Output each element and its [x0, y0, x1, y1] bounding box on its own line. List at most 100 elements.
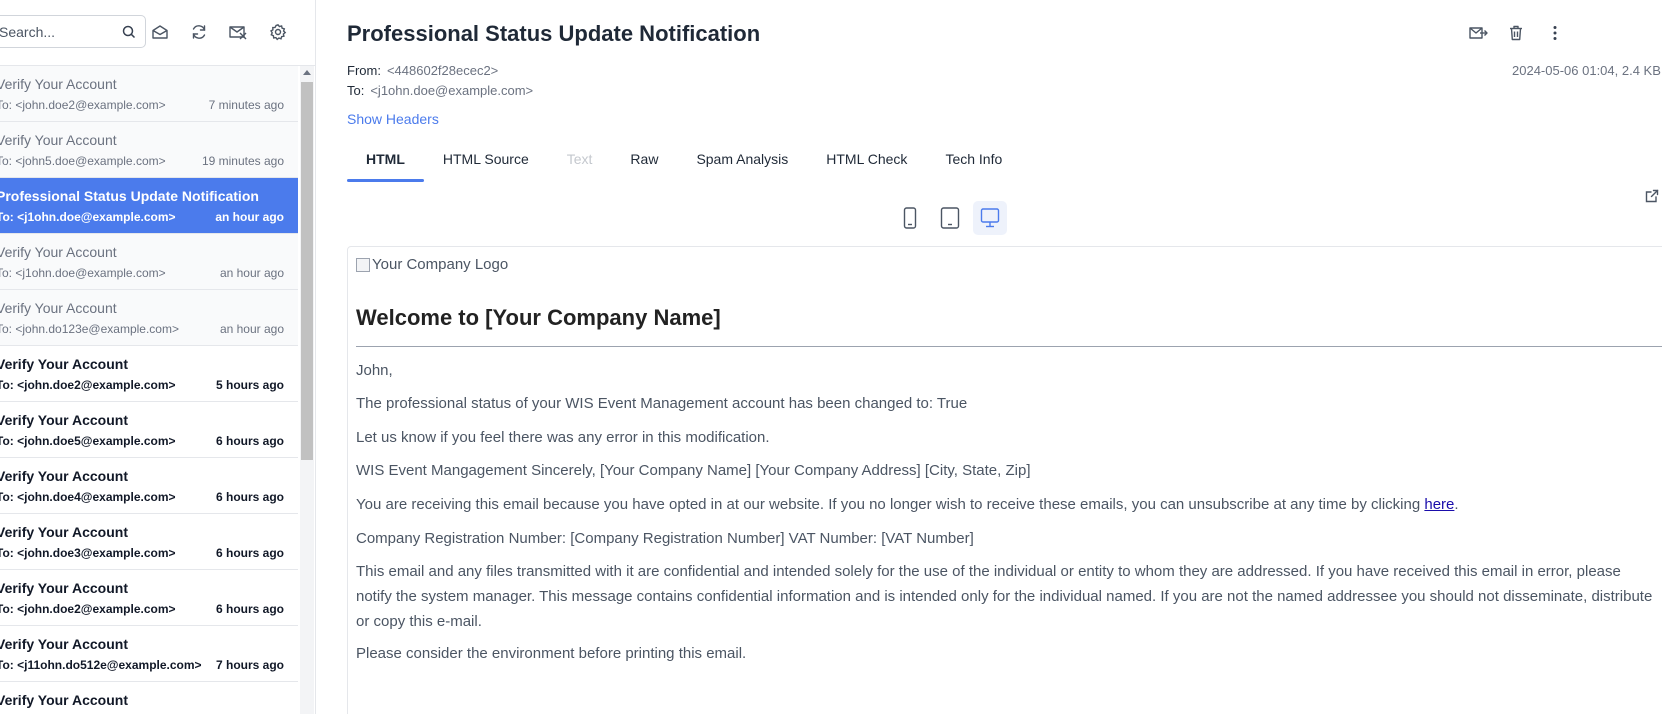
scrollbar-thumb[interactable]	[301, 82, 313, 460]
message-view: Professional Status Update Notification …	[317, 0, 1662, 714]
phone-view-button[interactable]	[893, 201, 927, 235]
email-subject: Professional Status Update Notification	[0, 188, 259, 204]
tablet-view-button[interactable]	[933, 201, 967, 235]
email-list-item[interactable]: Verify Your Account To: <john.doe3@exampl…	[0, 514, 298, 570]
unsubscribe-link[interactable]: here	[1424, 496, 1454, 513]
to-label: To:	[347, 83, 365, 98]
unsubscribe-text: You are receiving this email because you…	[356, 496, 1425, 513]
message-subject: Professional Status Update Notification	[347, 21, 761, 46]
email-subject: Verify Your Account	[0, 244, 117, 260]
email-subject: Verify Your Account	[0, 468, 128, 484]
search-input[interactable]	[0, 22, 117, 42]
email-list-item[interactable]: Verify Your Account To: <john.doe5@exampl…	[0, 402, 298, 458]
to-row: To: <j1ohn.doe@example.com>	[347, 83, 533, 98]
email-list-scrollbar[interactable]	[300, 66, 314, 714]
email-recipient: To: <j1ohn.doe@example.com>	[0, 210, 176, 224]
tab-html[interactable]: HTML	[347, 140, 424, 182]
email-subject: Verify Your Account	[0, 132, 117, 148]
email-subject: Verify Your Account	[0, 636, 128, 652]
delete-all-icon[interactable]	[228, 22, 248, 42]
search-box[interactable]	[0, 15, 146, 48]
email-html-preview: Your Company Logo Welcome to [Your Compa…	[347, 246, 1662, 714]
email-time: an hour ago	[215, 210, 284, 224]
email-time: 6 hours ago	[215, 602, 284, 616]
email-recipient: To: <j11ohn.do512e@example.com>	[0, 658, 202, 672]
email-heading: Welcome to [Your Company Name]	[356, 305, 721, 330]
message-date-size: 2024-05-06 01:04, 2.4 KB	[1512, 63, 1661, 78]
email-list-item[interactable]: Verify Your Account To: <john5.doe@exampl…	[0, 122, 298, 178]
email-time: an hour ago	[219, 266, 284, 280]
mark-all-read-icon[interactable]	[150, 22, 170, 42]
settings-icon[interactable]	[268, 22, 288, 42]
trash-icon[interactable]	[1505, 22, 1527, 44]
email-list: Verify Your Account To: <john.doe2@exampl…	[0, 66, 298, 714]
email-subject: Verify Your Account	[0, 580, 128, 596]
email-list-item[interactable]: Professional Status Update Notification T…	[0, 178, 298, 234]
logo-alt-text: Your Company Logo	[372, 256, 509, 273]
tablet-view-icon	[940, 207, 960, 229]
email-subject: Verify Your Account	[0, 300, 117, 316]
email-list-item[interactable]: Verify Your Account To: <john.do123e@exam…	[0, 290, 298, 346]
unsubscribe-suffix: .	[1454, 496, 1459, 513]
email-sidebar: Verify Your Account To: <john.doe2@exampl…	[0, 0, 316, 714]
tab-text: Text	[566, 151, 593, 167]
show-headers-link[interactable]: Show Headers	[347, 111, 439, 127]
search-icon[interactable]	[121, 24, 137, 40]
company-logo-image: Your Company Logo	[356, 256, 508, 273]
email-time: 6 hours ago	[215, 546, 284, 560]
email-subject: Verify Your Account	[0, 524, 128, 540]
more-vertical-icon[interactable]	[1544, 22, 1566, 44]
email-list-item[interactable]: Verify Your Account To: <john.doe2@exampl…	[0, 66, 298, 122]
from-row: From: <448602f28ecec2>	[347, 63, 498, 78]
refresh-icon[interactable]	[189, 22, 209, 42]
email-recipient: To: <john5.doe@example.com>	[0, 154, 166, 168]
greeting-paragraph: John,	[356, 362, 393, 379]
email-list-item[interactable]: Verify Your Account	[0, 682, 298, 714]
sidebar-toolbar	[0, 0, 315, 66]
email-time: 6 hours ago	[215, 490, 284, 504]
email-recipient: To: <john.doe2@example.com>	[0, 98, 166, 112]
email-time: 6 hours ago	[215, 434, 284, 448]
desktop-view-icon	[980, 208, 1000, 228]
email-recipient: To: <john.doe3@example.com>	[0, 546, 176, 560]
tab-html-source[interactable]: HTML Source	[424, 140, 548, 182]
email-list-item[interactable]: Verify Your Account To: <john.doe4@exampl…	[0, 458, 298, 514]
signature-paragraph: WIS Event Mangagement Sincerely, [Your C…	[356, 462, 1031, 479]
email-recipient: To: <john.doe2@example.com>	[0, 602, 176, 616]
email-time: 5 hours ago	[215, 378, 284, 392]
registration-paragraph: Company Registration Number: [Company Re…	[356, 530, 974, 547]
email-list-item[interactable]: Verify Your Account To: <john.doe2@exampl…	[0, 346, 298, 402]
tab-spam-analysis[interactable]: Spam Analysis	[677, 140, 807, 182]
email-subject: Verify Your Account	[0, 356, 128, 372]
email-subject: Verify Your Account	[0, 412, 128, 428]
error-paragraph: Let us know if you feel there was any er…	[356, 429, 770, 446]
email-subject: Verify Your Account	[0, 692, 128, 708]
tab-html-check[interactable]: HTML Check	[807, 140, 926, 182]
email-time: 7 minutes ago	[208, 98, 284, 112]
from-label: From:	[347, 63, 381, 78]
phone-view-icon	[903, 207, 917, 229]
email-list-item[interactable]: Verify Your Account To: <j11ohn.do512e@ex…	[0, 626, 298, 682]
from-address: <448602f28ecec2>	[386, 63, 499, 78]
open-new-window-icon[interactable]	[1644, 188, 1660, 204]
environment-paragraph: Please consider the environment before p…	[356, 645, 747, 662]
email-list-item[interactable]: Verify Your Account To: <j1ohn.doe@exampl…	[0, 234, 298, 290]
broken-image-icon	[356, 257, 370, 272]
tab-tech-info[interactable]: Tech Info	[926, 140, 1021, 182]
scroll-up-arrow-icon[interactable]	[303, 70, 311, 75]
heading-divider	[356, 346, 1662, 347]
email-recipient: To: <j1ohn.doe@example.com>	[0, 266, 166, 280]
email-list-item[interactable]: Verify Your Account To: <john.doe2@exampl…	[0, 570, 298, 626]
email-time: an hour ago	[219, 322, 284, 336]
email-time: 7 hours ago	[215, 658, 284, 672]
tab-raw[interactable]: Raw	[611, 140, 677, 182]
email-subject: Verify Your Account	[0, 76, 117, 92]
unsubscribe-paragraph: You are receiving this email because you…	[356, 496, 1459, 513]
view-tabs: HTML HTML Source Text Raw Spam Analysis HTML …	[347, 140, 1021, 182]
to-address: <j1ohn.doe@example.com>	[370, 83, 534, 98]
email-recipient: To: <john.doe4@example.com>	[0, 490, 176, 504]
forward-icon[interactable]	[1467, 22, 1489, 44]
email-time: 19 minutes ago	[201, 154, 284, 168]
confidentiality-paragraph: This email and any files transmitted wit…	[356, 563, 1653, 630]
desktop-view-button[interactable]	[973, 201, 1007, 235]
